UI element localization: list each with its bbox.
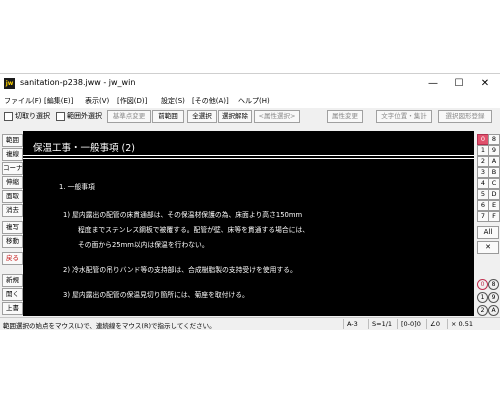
app-window: jw sanitation-p238.jww - jw_win — ☐ ✕ ファ… [0, 73, 500, 330]
layer-a-button[interactable]: A [488, 156, 500, 167]
tool-copy[interactable]: 複写 [2, 221, 23, 234]
title-rule-bottom [23, 158, 474, 159]
layer-d-button[interactable]: D [488, 189, 500, 200]
menu-view[interactable]: 表示(V) [85, 96, 109, 106]
layer-c-button[interactable]: C [488, 178, 500, 189]
menu-file[interactable]: ファイル(F) [4, 96, 42, 106]
note-1-line-3: その面から25mm以内は保温を行わない。 [78, 241, 209, 249]
layer-b-button[interactable]: B [488, 167, 500, 178]
attribute-change-button[interactable]: 属性変更 [327, 110, 363, 123]
tool-chamfer[interactable]: 面取 [2, 190, 23, 203]
tool-erase[interactable]: 消去 [2, 204, 23, 217]
previous-range-button[interactable]: 前範囲 [152, 110, 184, 123]
section-heading: 1. 一般事項 [59, 183, 95, 191]
cut-select-checkbox[interactable] [4, 112, 13, 121]
status-bar: 範囲選択の始点をマウス(L)で、連続線をマウス(R)で指示してください。 A-3… [0, 317, 500, 330]
menu-other[interactable]: [その他(A)] [192, 96, 229, 106]
layer-group-0-circle[interactable]: 0 [477, 279, 488, 290]
maximize-button[interactable]: ☐ [446, 74, 472, 94]
layer-readout[interactable]: [0-0]0 [397, 319, 427, 329]
menu-edit[interactable]: [編集(E)] [44, 96, 73, 106]
title-rule-top [23, 155, 474, 156]
all-layers-button[interactable]: All [477, 226, 499, 239]
layer-group-a-circle[interactable]: A [488, 305, 499, 316]
base-point-change-button[interactable]: 基準点変更 [107, 110, 151, 123]
paper-size[interactable]: A-3 [343, 319, 369, 329]
layer-e-button[interactable]: E [488, 200, 500, 211]
tool-corner[interactable]: コーナー [2, 162, 23, 175]
layer-group-1-circle[interactable]: 1 [477, 292, 488, 303]
layer-9-button[interactable]: 9 [488, 145, 500, 156]
zoom-readout[interactable]: × 0.51 [447, 319, 496, 329]
tool-move[interactable]: 移動 [2, 235, 23, 248]
app-icon: jw [4, 78, 15, 89]
tool-offset[interactable]: 複線 [2, 148, 23, 161]
toolbar: 切取り選択 範囲外選択 基準点変更 前範囲 全選択 選択解除 <属性選択> 属性… [0, 108, 500, 124]
window-title: sanitation-p238.jww - jw_win [20, 78, 136, 87]
tool-range[interactable]: 範囲 [2, 134, 23, 147]
drawing-canvas[interactable]: 保温工事・一般事項 (2) 1. 一般事項 1) 屋内露出の配管の床貫通部は、そ… [23, 131, 474, 316]
text-position-count-button[interactable]: 文字位置・集計 [376, 110, 432, 123]
deselect-button[interactable]: 選択解除 [218, 110, 252, 123]
tool-open[interactable]: 開く [2, 288, 23, 301]
left-toolbar: 範囲 複線 コーナー 伸縮 面取 消去 複写 移動 戻る 新規 開く 上書 [0, 131, 23, 316]
status-message: 範囲選択の始点をマウス(L)で、連続線をマウス(R)で指示してください。 [3, 322, 216, 330]
minimize-button[interactable]: — [420, 74, 446, 94]
outside-select-label: 範囲外選択 [67, 112, 102, 120]
layer-group-9-circle[interactable]: 9 [488, 292, 499, 303]
layer-8-button[interactable]: 8 [488, 134, 500, 145]
note-2: 2) 冷水配管の吊りバンド等の支持部は、合成樹脂製の支持受けを使用する。 [63, 266, 297, 274]
select-all-button[interactable]: 全選択 [187, 110, 217, 123]
tool-stretch[interactable]: 伸縮 [2, 176, 23, 189]
cut-select-label: 切取り選択 [15, 112, 50, 120]
tool-new[interactable]: 新規 [2, 274, 23, 287]
layer-group-2-circle[interactable]: 2 [477, 305, 488, 316]
tool-save[interactable]: 上書 [2, 302, 23, 315]
menu-bar: ファイル(F) [編集(E)] 表示(V) [作図(D)] 設定(S) [その他… [0, 94, 500, 108]
layer-x-button[interactable]: ✕ [477, 241, 499, 254]
drawing-title: 保温工事・一般事項 (2) [33, 143, 135, 154]
menu-help[interactable]: ヘルプ(H) [238, 96, 270, 106]
title-bar: jw sanitation-p238.jww - jw_win — ☐ ✕ [0, 74, 500, 94]
note-3: 3) 屋内露出の配管の保温見切り箇所には、菊座を取付ける。 [63, 291, 249, 299]
attribute-select-button[interactable]: <属性選択> [254, 110, 300, 123]
note-1-line-2: 程度までステンレス鋼板で被覆する。配管が壁、床等を貫通する場合には、 [78, 226, 310, 234]
menu-draw[interactable]: [作図(D)] [117, 96, 147, 106]
register-selection-button[interactable]: 選択図形登録 [438, 110, 492, 123]
layer-f-button[interactable]: F [488, 211, 500, 222]
layer-panel: 0 8 1 9 2 A 3 B 4 C 5 D 6 E 7 F All ✕ 0 … [475, 131, 500, 316]
outside-select-checkbox[interactable] [56, 112, 65, 121]
note-1-line-1: 1) 屋内露出の配管の床貫通部は、その保温材保護の為、床面より高さ150mm [63, 211, 303, 219]
menu-settings[interactable]: 設定(S) [161, 96, 185, 106]
close-button[interactable]: ✕ [472, 74, 498, 94]
scale-readout[interactable]: S=1/1 [368, 319, 398, 329]
angle-readout[interactable]: ∠0 [426, 319, 448, 329]
layer-group-8-circle[interactable]: 8 [488, 279, 499, 290]
tool-undo[interactable]: 戻る [2, 252, 23, 265]
